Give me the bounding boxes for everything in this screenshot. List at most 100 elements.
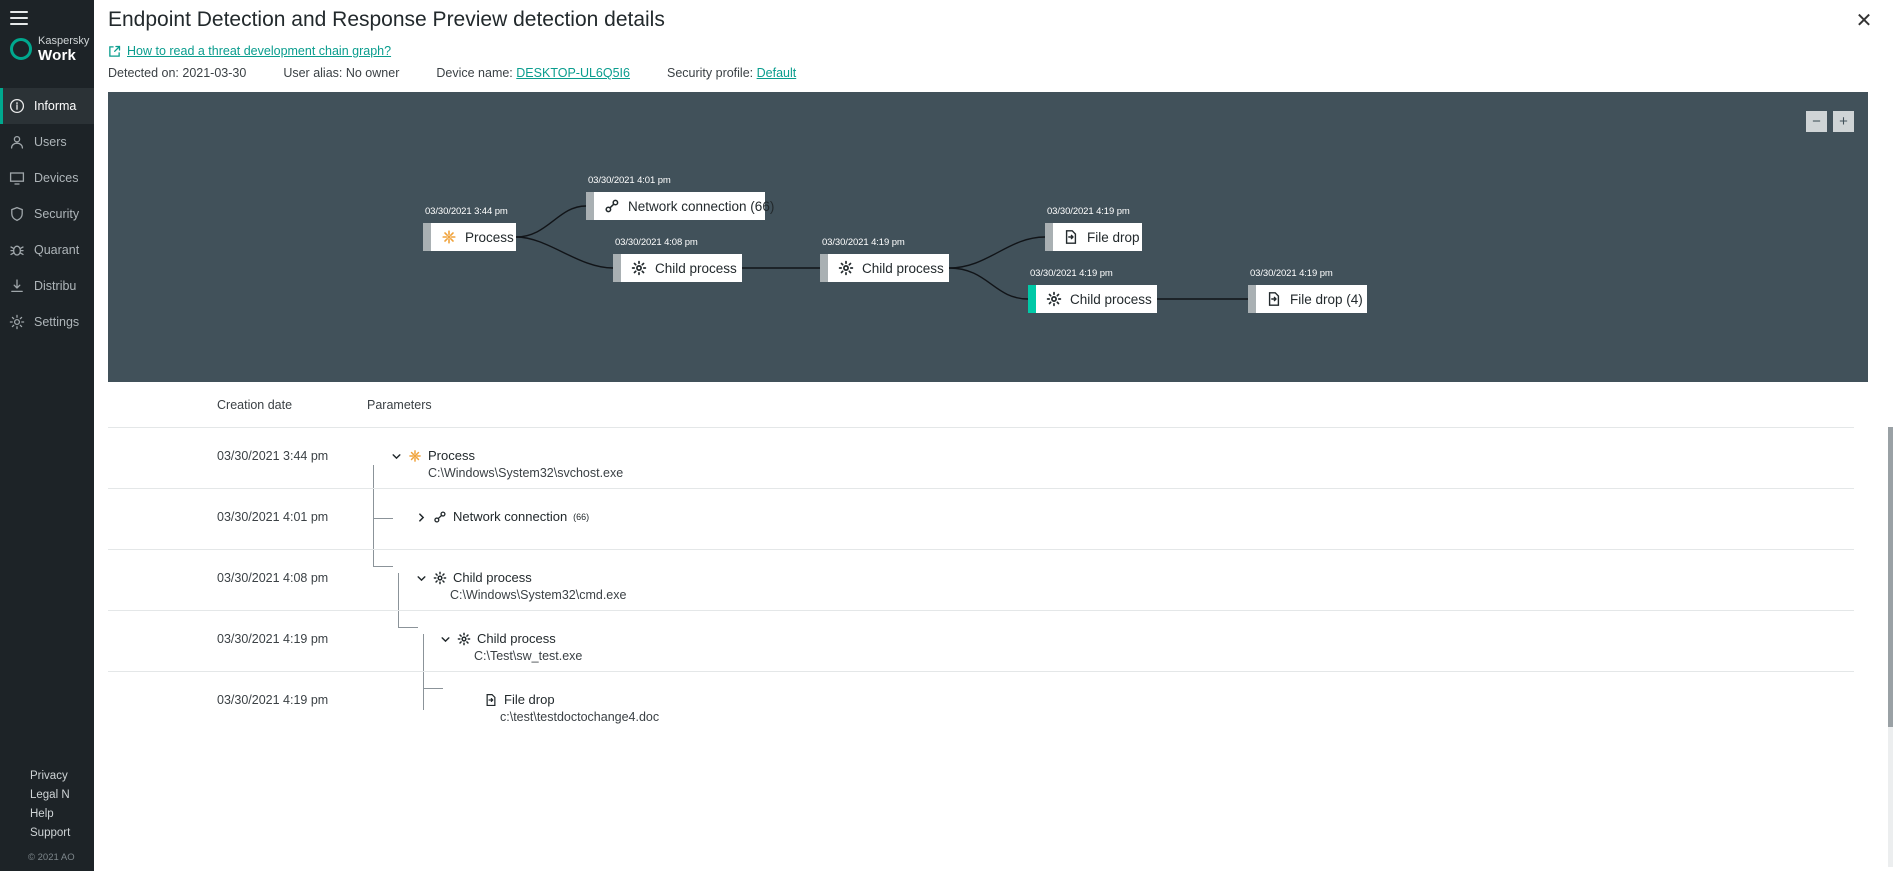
graph-node-label: Child process <box>1070 292 1152 307</box>
sidebar-item-settings[interactable]: Settings <box>0 304 94 340</box>
row-node: Network connection(66) <box>416 509 589 524</box>
table-row[interactable]: 03/30/2021 3:44 pm Process C:\Windows\Sy… <box>108 427 1854 488</box>
footer-link-privacy[interactable]: Privacy <box>30 767 70 786</box>
footer-link-support[interactable]: Support <box>30 824 70 843</box>
row-node: Process <box>391 448 475 463</box>
chevron-right-icon[interactable] <box>416 511 427 522</box>
row-creation-date: 03/30/2021 4:19 pm <box>217 632 328 646</box>
table-row[interactable]: 03/30/2021 4:19 pm File drop c:\test\tes… <box>108 671 1854 732</box>
graph-node-label: Child process <box>655 261 737 276</box>
sidebar-label: Devices <box>34 171 78 185</box>
zoom-out-button[interactable]: − <box>1806 111 1827 132</box>
hamburger-icon[interactable] <box>6 5 32 31</box>
sidebar-item-distribution[interactable]: Distribu <box>0 268 94 304</box>
brand-line-2: Work <box>38 48 89 64</box>
close-icon[interactable]: ✕ <box>1852 9 1876 33</box>
row-creation-date: 03/30/2021 4:19 pm <box>217 693 328 707</box>
meta-value: 2021-03-30 <box>182 66 246 80</box>
file-drop-icon <box>484 693 498 707</box>
sidebar-item-users[interactable]: Users <box>0 124 94 160</box>
kaspersky-logo-icon <box>10 38 32 60</box>
gear-icon <box>9 314 25 330</box>
download-icon <box>9 278 25 294</box>
sidebar-item-quarantine[interactable]: Quarant <box>0 232 94 268</box>
info-icon <box>9 98 25 114</box>
meta-detected-on: Detected on: 2021-03-30 <box>108 66 246 80</box>
footer-link-legal[interactable]: Legal N <box>30 786 70 805</box>
file-drop-icon <box>1063 229 1079 245</box>
monitor-icon <box>9 170 25 186</box>
node-accent-bar <box>613 254 621 282</box>
row-label: Process <box>428 448 475 463</box>
table-row[interactable]: 03/30/2021 4:08 pm Child process C:\Wind… <box>108 549 1854 610</box>
graph-zoom-controls: − + <box>1806 111 1854 132</box>
security-profile-link[interactable]: Default <box>757 66 797 80</box>
row-label: Child process <box>453 570 532 585</box>
sidebar-label: Security <box>34 207 79 221</box>
meta-value: No owner <box>346 66 400 80</box>
chevron-down-icon[interactable] <box>391 450 402 461</box>
row-node: Child process <box>416 570 532 585</box>
scrollbar-thumb[interactable] <box>1888 427 1893 727</box>
chevron-down-icon[interactable] <box>440 633 451 644</box>
node-accent-bar <box>423 223 431 251</box>
threat-chain-graph[interactable]: − + 03/30/2021 3:44 pm Process 03/30/202… <box>108 92 1868 382</box>
graph-node-file-drop-1[interactable]: File drop <box>1045 223 1142 251</box>
help-link-label: How to read a threat development chain g… <box>127 44 391 58</box>
sidebar-item-devices[interactable]: Devices <box>0 160 94 196</box>
graph-node-process[interactable]: Process <box>423 223 516 251</box>
node-accent-bar <box>1045 223 1053 251</box>
footer-link-help[interactable]: Help <box>30 805 70 824</box>
row-parameter-path: c:\test\testdoctochange4.doc <box>500 710 659 724</box>
graph-node-label: File drop <box>1087 230 1140 245</box>
sidebar-label: Quarant <box>34 243 79 257</box>
help-link[interactable]: How to read a threat development chain g… <box>108 44 391 58</box>
sidebar-label: Settings <box>34 315 79 329</box>
row-creation-date: 03/30/2021 3:44 pm <box>217 449 328 463</box>
meta-label: Device name: <box>436 66 512 80</box>
gear-icon <box>433 571 447 585</box>
shield-icon <box>9 206 25 222</box>
row-node: Child process <box>440 631 556 646</box>
process-icon <box>408 449 422 463</box>
zoom-in-button[interactable]: + <box>1833 111 1854 132</box>
external-link-icon <box>108 45 121 58</box>
table-row[interactable]: 03/30/2021 4:19 pm Child process C:\Test… <box>108 610 1854 671</box>
gear-icon <box>838 260 854 276</box>
device-name-link[interactable]: DESKTOP-UL6Q5I6 <box>516 66 630 80</box>
row-creation-date: 03/30/2021 4:01 pm <box>217 510 328 524</box>
sidebar-item-security[interactable]: Security <box>0 196 94 232</box>
copyright-text: © 2021 AO <box>28 852 75 863</box>
row-node: File drop <box>484 692 555 707</box>
graph-node-file-drop-2[interactable]: File drop (4) <box>1248 285 1367 313</box>
bug-icon <box>9 242 25 258</box>
meta-label: Detected on: <box>108 66 179 80</box>
meta-label: Security profile: <box>667 66 753 80</box>
gear-icon <box>457 632 471 646</box>
graph-node-child-process-1[interactable]: Child process <box>613 254 742 282</box>
graph-node-timestamp: 03/30/2021 4:01 pm <box>588 175 671 186</box>
network-icon <box>604 198 620 214</box>
node-accent-bar <box>1028 285 1036 313</box>
graph-node-network-connection[interactable]: Network connection (66) <box>586 192 765 220</box>
file-drop-icon <box>1266 291 1282 307</box>
app-sidebar: Kaspersky Work Informa Users Devices Sec… <box>0 0 94 871</box>
graph-node-label: Process <box>465 230 514 245</box>
chevron-down-icon[interactable] <box>416 572 427 583</box>
brand-line-1: Kaspersky <box>38 36 89 48</box>
sidebar-item-information[interactable]: Informa <box>0 88 94 124</box>
column-header-parameters: Parameters <box>367 398 432 412</box>
meta-user-alias: User alias: No owner <box>283 66 399 80</box>
meta-label: User alias: <box>283 66 342 80</box>
gear-icon <box>1046 291 1062 307</box>
row-creation-date: 03/30/2021 4:08 pm <box>217 571 328 585</box>
graph-node-timestamp: 03/30/2021 4:19 pm <box>1250 268 1333 279</box>
user-icon <box>9 134 25 150</box>
row-parameter-path: C:\Test\sw_test.exe <box>474 649 582 663</box>
table-row[interactable]: 03/30/2021 4:01 pm Network connection(66… <box>108 488 1854 549</box>
page-title: Endpoint Detection and Response Preview … <box>108 8 665 32</box>
events-table: 03/30/2021 3:44 pm Process C:\Windows\Sy… <box>108 427 1854 732</box>
graph-node-child-process-3-selected[interactable]: Child process <box>1028 285 1157 313</box>
graph-node-timestamp: 03/30/2021 4:19 pm <box>1047 206 1130 217</box>
graph-node-child-process-2[interactable]: Child process <box>820 254 949 282</box>
